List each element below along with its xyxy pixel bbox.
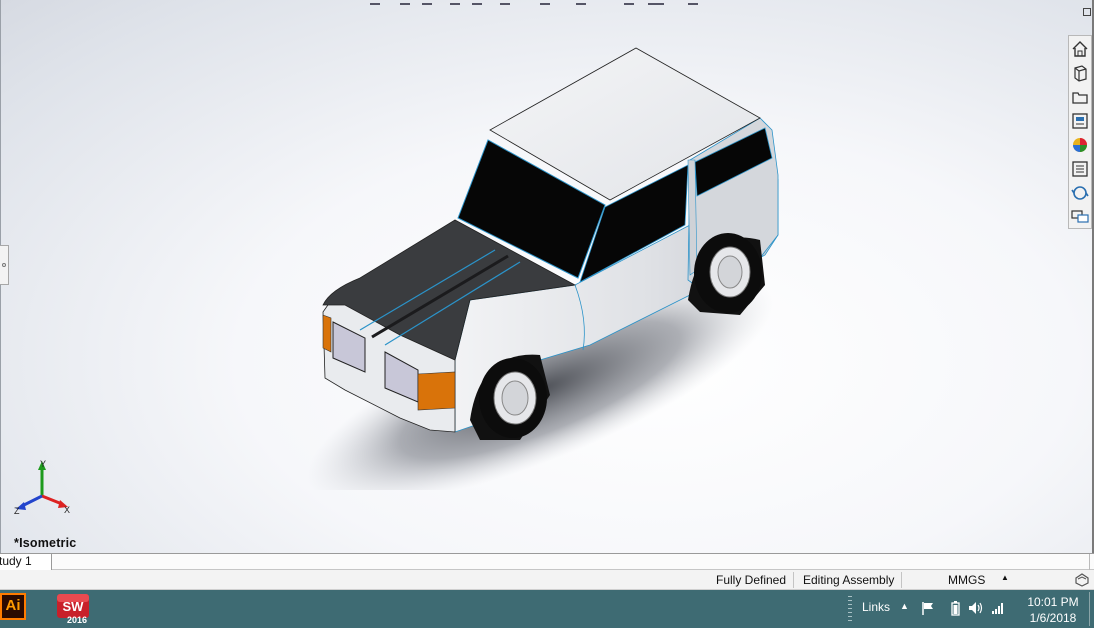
triad-y-label: Y — [40, 459, 46, 469]
volume-icon[interactable] — [967, 600, 983, 616]
indicator-left — [322, 314, 332, 353]
indicator-right — [417, 371, 456, 411]
tab-study-1[interactable]: tudy 1 — [0, 554, 52, 570]
clock-date: 1/6/2018 — [1029, 611, 1077, 625]
reference-triad: Y X Z — [14, 459, 70, 516]
toolbar-grip[interactable] — [848, 594, 854, 624]
resources-icon[interactable] — [1070, 182, 1090, 204]
clock-time: 10:01 PM — [1027, 595, 1079, 609]
status-separator — [793, 572, 794, 588]
illustrator-label: Ai — [5, 597, 21, 614]
restore-window-icon[interactable] — [1083, 8, 1091, 16]
status-definition: Fully Defined — [716, 573, 787, 587]
illustrator-taskbar-button[interactable]: Ai — [0, 593, 26, 620]
status-separator — [901, 572, 902, 588]
triad-z-label: Z — [14, 506, 20, 516]
forum-icon[interactable] — [1070, 206, 1090, 228]
3d-part-icon[interactable] — [1070, 62, 1090, 84]
show-hidden-icons-icon[interactable]: ▲ — [900, 601, 909, 611]
action-center-flag-icon[interactable] — [920, 600, 936, 616]
solidworks-taskbar-button[interactable]: SW 2016 — [56, 593, 90, 625]
units-selector[interactable]: MMGS — [948, 572, 985, 588]
status-editing-mode: Editing Assembly — [803, 573, 895, 587]
show-desktop-button[interactable] — [1089, 592, 1090, 626]
heads-up-view-toolbar[interactable] — [360, 0, 710, 6]
solidworks-version: 2016 — [67, 615, 87, 625]
folder-icon[interactable] — [1070, 86, 1090, 108]
network-icon[interactable] — [990, 600, 1006, 616]
status-bar: Fully Defined Editing Assembly MMGS ▲ — [0, 570, 1094, 590]
links-toolbar[interactable]: Links — [862, 600, 890, 614]
windows-taskbar: Ai SW 2016 Links ▲ 10:01 PM 1/6/2018 — [0, 590, 1094, 628]
custom-properties-icon[interactable] — [1070, 158, 1090, 180]
view-palette-icon[interactable] — [1070, 110, 1090, 132]
tabs-scroll-end — [1089, 554, 1090, 570]
rear-wheel — [694, 233, 762, 313]
home-icon[interactable] — [1070, 38, 1090, 60]
graphics-area[interactable]: Y X Z *Isometric — [0, 0, 1094, 553]
taskbar-clock[interactable]: 10:01 PM 1/6/2018 — [1020, 594, 1086, 626]
appearance-icon[interactable] — [1070, 134, 1090, 156]
quick-tips-icon[interactable] — [1074, 572, 1090, 588]
solidworks-label: SW — [63, 599, 85, 614]
task-pane-tabs — [1068, 35, 1092, 229]
view-orientation-label: *Isometric — [14, 536, 77, 550]
front-wheel — [479, 358, 547, 438]
triad-x-label: X — [64, 505, 70, 515]
car-model[interactable] — [300, 40, 790, 490]
units-caret-icon[interactable]: ▲ — [1001, 573, 1009, 582]
feature-manager-collapse-handle[interactable] — [0, 245, 9, 285]
document-tabs-bar: tudy 1 — [0, 553, 1094, 570]
battery-icon[interactable] — [947, 600, 963, 616]
